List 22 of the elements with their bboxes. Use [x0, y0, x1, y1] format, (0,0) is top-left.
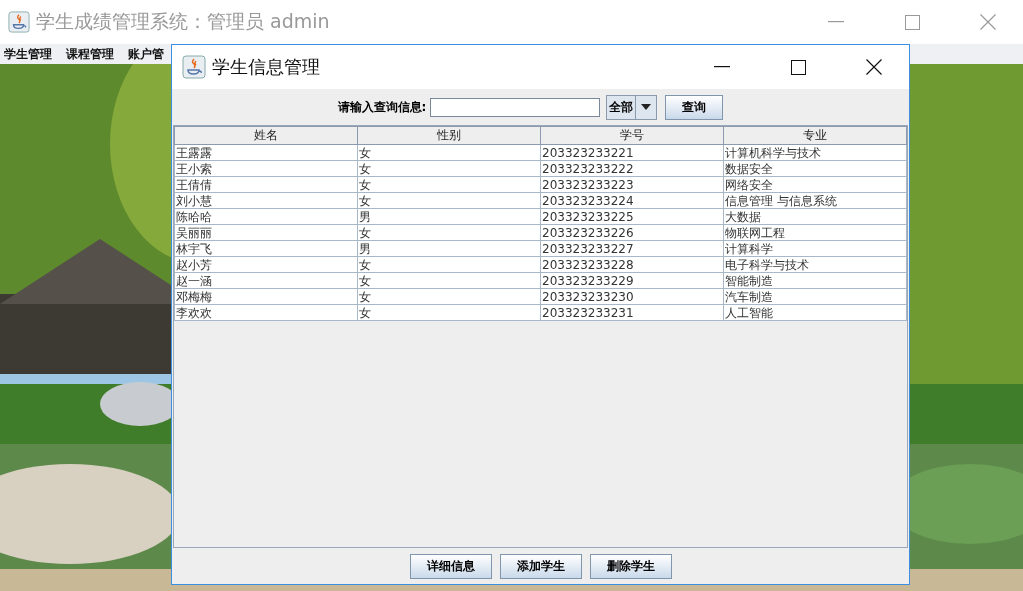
- dialog-title: 学生信息管理: [212, 55, 321, 79]
- search-field[interactable]: [430, 97, 601, 117]
- action-button[interactable]: 详细信息: [409, 553, 492, 579]
- window-title: 学生成绩管理系统：管理员 admin: [36, 9, 331, 34]
- column-header[interactable]: 专业: [723, 126, 907, 145]
- action-button[interactable]: 添加学生: [499, 553, 582, 579]
- maximize-icon[interactable]: [790, 59, 806, 75]
- minimize-icon[interactable]: [714, 66, 730, 68]
- filter-combo[interactable]: 全部: [606, 94, 658, 120]
- dropdown-icon[interactable]: [641, 104, 652, 110]
- column-header[interactable]: 学号: [540, 126, 724, 145]
- menu-item[interactable]: 学生管理: [4, 45, 52, 63]
- search-button[interactable]: 查询: [665, 94, 724, 120]
- close-icon[interactable]: [866, 59, 882, 75]
- menu-item[interactable]: 课程管理: [66, 45, 114, 63]
- search-label: 请输入查询信息:: [337, 98, 427, 116]
- action-button[interactable]: 删除学生: [589, 553, 672, 579]
- app-icon: [182, 55, 206, 79]
- column-header[interactable]: 姓名: [174, 126, 358, 145]
- column-header[interactable]: 性别: [357, 126, 541, 145]
- app-icon: [8, 11, 30, 33]
- menu-item[interactable]: 账户管: [128, 45, 164, 63]
